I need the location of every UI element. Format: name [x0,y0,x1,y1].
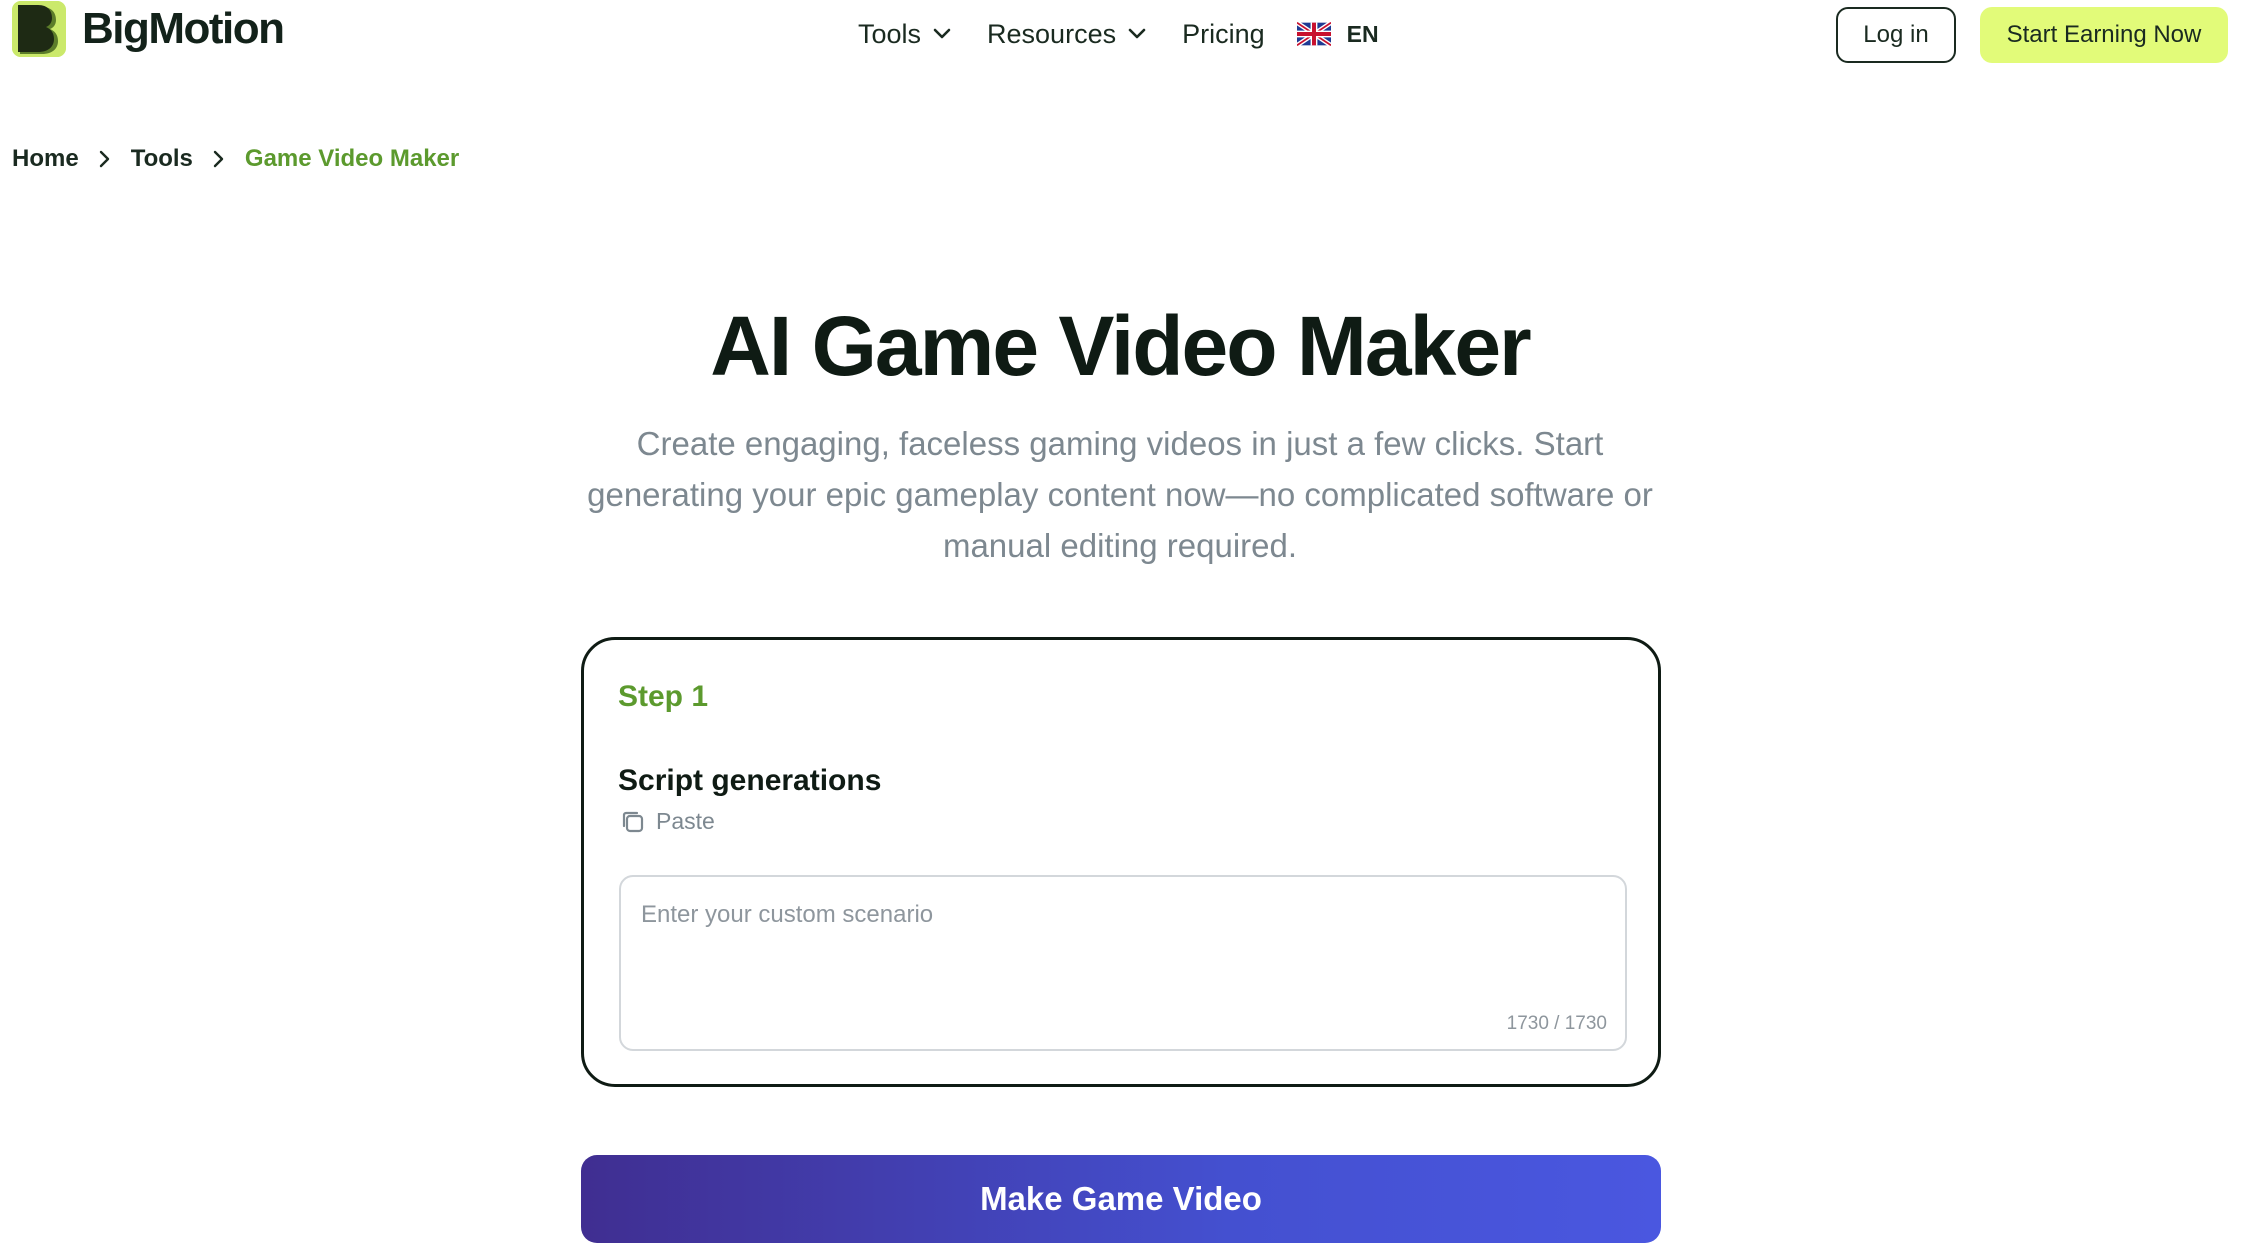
chevron-right-icon [99,150,111,168]
nav-pricing-label: Pricing [1182,18,1265,49]
char-counter: 1730 / 1730 [1506,1013,1607,1034]
login-button[interactable]: Log in [1836,7,1956,63]
site-header: BigMotion Tools Resources Pricing EN Log… [0,0,2258,70]
chevron-down-icon [1128,28,1146,39]
breadcrumb-current: Game Video Maker [244,145,460,172]
main-nav: Tools Resources Pricing EN [858,12,1379,56]
nav-resources-label: Resources [987,18,1117,49]
nav-resources[interactable]: Resources [987,19,1146,50]
chevron-right-icon [213,150,225,168]
breadcrumb-tools[interactable]: Tools [131,145,193,173]
step-card: Step 1 Script generations Paste 1730 / 1… [581,637,1661,1087]
page-subtitle: Create engaging, faceless gaming videos … [587,425,1653,564]
nav-tools[interactable]: Tools [858,19,951,50]
copy-icon [622,811,644,832]
breadcrumb: Home Tools Game Video Maker [12,143,459,175]
nav-tools-label: Tools [858,18,922,49]
make-game-video-button[interactable]: Make Game Video [581,1155,1661,1243]
step-label: Step 1 [618,680,709,713]
uk-flag-icon [1296,22,1331,46]
nav-pricing[interactable]: Pricing [1182,19,1265,50]
language-selector[interactable]: EN [1296,20,1379,48]
script-generations-label: Script generations [618,764,882,797]
paste-label: Paste [656,808,715,834]
language-code: EN [1346,20,1379,47]
page-title: AI Game Video Maker [710,299,1531,393]
brand-name: BigMotion [82,4,285,53]
logo-icon [12,1,66,57]
start-earning-button[interactable]: Start Earning Now [1980,7,2228,63]
brand-logo[interactable]: BigMotion [12,0,285,58]
chevron-down-icon [933,28,951,39]
breadcrumb-home[interactable]: Home [12,145,79,173]
scenario-field: 1730 / 1730 [619,875,1627,1051]
scenario-input[interactable] [621,877,1625,1049]
paste-button[interactable]: Paste [620,808,715,835]
